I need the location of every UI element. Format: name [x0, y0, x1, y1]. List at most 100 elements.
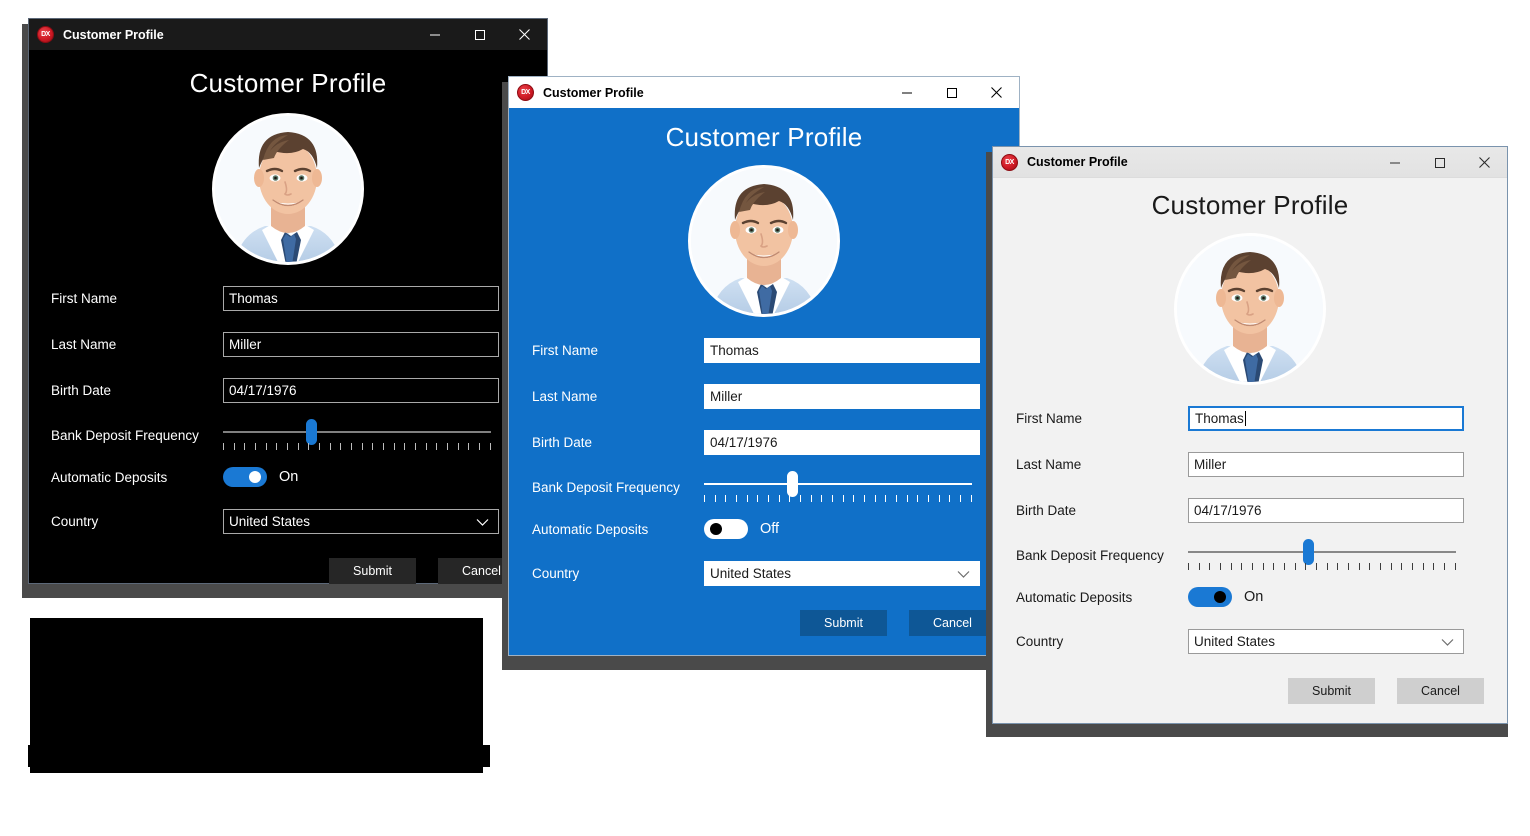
- maximize-icon[interactable]: [457, 19, 502, 50]
- country-value: United States: [710, 566, 792, 581]
- automatic-deposits-state: On: [1244, 589, 1264, 605]
- close-icon[interactable]: [974, 77, 1019, 108]
- first-name-input[interactable]: Thomas: [704, 338, 980, 363]
- slider-thumb[interactable]: [305, 419, 317, 445]
- automatic-deposits-toggle[interactable]: [1188, 587, 1232, 607]
- avatar: [688, 165, 840, 317]
- page-title: Customer Profile: [665, 122, 863, 152]
- window-shadow-light: [986, 724, 1508, 737]
- action-buttons: Submit Cancel: [993, 678, 1507, 704]
- submit-button[interactable]: Submit: [329, 558, 416, 584]
- field-country: Country United States: [509, 561, 1019, 586]
- page-title: Customer Profile: [189, 68, 387, 98]
- last-name-input[interactable]: Miller: [223, 332, 499, 357]
- window-controls: [884, 77, 1019, 108]
- last-name-label: Last Name: [532, 389, 598, 404]
- country-select[interactable]: United States: [704, 561, 980, 586]
- slider-track: [223, 431, 491, 433]
- first-name-label: First Name: [51, 291, 118, 306]
- automatic-deposits-state: On: [279, 469, 299, 485]
- bank-deposit-frequency-label: Bank Deposit Frequency: [532, 480, 680, 495]
- submit-button[interactable]: Submit: [1288, 678, 1375, 704]
- field-last-name: Last Name Miller: [993, 452, 1507, 477]
- birth-date-label: Birth Date: [532, 435, 593, 450]
- divider: [20, 792, 1510, 793]
- automatic-deposits-toggle[interactable]: [223, 467, 267, 487]
- bank-deposit-frequency-slider[interactable]: [223, 419, 491, 450]
- birth-date-input[interactable]: 04/17/1976: [704, 430, 980, 455]
- country-label: Country: [532, 566, 580, 581]
- cancel-button[interactable]: Cancel: [1397, 678, 1484, 704]
- slider-track: [1188, 551, 1456, 553]
- bank-deposit-frequency-slider[interactable]: [1188, 539, 1456, 570]
- action-buttons: Submit Cancel: [29, 558, 547, 584]
- last-name-input[interactable]: Miller: [704, 384, 980, 409]
- country-select[interactable]: United States: [223, 509, 499, 534]
- field-first-name: First Name Thomas: [993, 406, 1507, 431]
- avatar-container: [509, 153, 1019, 317]
- field-birth-date: Birth Date 04/17/1976: [993, 498, 1507, 523]
- slider-track: [704, 483, 972, 485]
- birth-date-input[interactable]: 04/17/1976: [1188, 498, 1464, 523]
- first-name-value: Thomas: [1195, 411, 1244, 426]
- window-body: Customer Profile First Name Thomas Last …: [509, 108, 1019, 655]
- minimize-icon[interactable]: [884, 77, 929, 108]
- avatar: [212, 113, 364, 265]
- cancel-button[interactable]: Cancel: [909, 610, 996, 636]
- redacted-caption-line: [28, 745, 490, 767]
- first-name-input[interactable]: Thomas: [223, 286, 499, 311]
- field-country: Country United States: [993, 629, 1507, 654]
- country-select[interactable]: United States: [1188, 629, 1464, 654]
- maximize-icon[interactable]: [929, 77, 974, 108]
- window-controls: [1372, 147, 1507, 178]
- title-bar[interactable]: DX Customer Profile: [993, 147, 1507, 178]
- automatic-deposits-label: Automatic Deposits: [532, 521, 649, 537]
- country-value: United States: [1194, 634, 1276, 649]
- window-controls: [412, 19, 547, 50]
- close-icon[interactable]: [502, 19, 547, 50]
- avatar-container: [993, 221, 1507, 385]
- page-title: Customer Profile: [1151, 190, 1349, 220]
- submit-button[interactable]: Submit: [800, 610, 887, 636]
- toggle-knob: [1214, 591, 1226, 603]
- slider-thumb[interactable]: [1303, 539, 1315, 565]
- field-birth-date: Birth Date 04/17/1976: [29, 378, 547, 403]
- window-title: Customer Profile: [543, 85, 644, 100]
- title-bar[interactable]: DX Customer Profile: [509, 77, 1019, 108]
- avatar: [1174, 233, 1326, 385]
- bank-deposit-frequency-label: Bank Deposit Frequency: [1016, 548, 1164, 563]
- last-name-label: Last Name: [51, 337, 117, 352]
- close-icon[interactable]: [1462, 147, 1507, 178]
- action-buttons: Submit Cancel: [509, 610, 1019, 636]
- window-customer-profile-blue[interactable]: DX Customer Profile Customer Profile Fir…: [508, 76, 1020, 656]
- field-bank-deposit-frequency: Bank Deposit Frequency: [509, 471, 1019, 502]
- automatic-deposits-label: Automatic Deposits: [1016, 589, 1133, 605]
- birth-date-label: Birth Date: [51, 383, 112, 398]
- minimize-icon[interactable]: [412, 19, 457, 50]
- slider-ticks: [1188, 563, 1456, 570]
- birth-date-label: Birth Date: [1016, 503, 1077, 518]
- window-body: Customer Profile First Name Thomas Last …: [29, 50, 547, 584]
- automatic-deposits-toggle[interactable]: [704, 519, 748, 539]
- last-name-input[interactable]: Miller: [1188, 452, 1464, 477]
- automatic-deposits-state: Off: [760, 521, 780, 537]
- minimize-icon[interactable]: [1372, 147, 1417, 178]
- country-value: United States: [229, 514, 311, 529]
- window-customer-profile-dark[interactable]: DX Customer Profile Customer Profile Fir…: [28, 18, 548, 584]
- first-name-input[interactable]: Thomas: [1188, 406, 1464, 431]
- bank-deposit-frequency-slider[interactable]: [704, 471, 972, 502]
- field-last-name: Last Name Miller: [29, 332, 547, 357]
- window-customer-profile-light[interactable]: DX Customer Profile Customer Profile Fir…: [992, 146, 1508, 724]
- automatic-deposits-label: Automatic Deposits: [51, 469, 168, 485]
- window-body: Customer Profile First Name Thomas Last …: [993, 178, 1507, 723]
- maximize-icon[interactable]: [1417, 147, 1462, 178]
- slider-thumb[interactable]: [786, 471, 798, 497]
- chevron-down-icon: [1441, 634, 1454, 649]
- dx-logo-icon: DX: [517, 84, 534, 101]
- chevron-down-icon: [476, 514, 489, 529]
- birth-date-input[interactable]: 04/17/1976: [223, 378, 499, 403]
- field-automatic-deposits: Automatic Deposits Off: [509, 519, 1019, 539]
- avatar-container: [29, 99, 547, 265]
- window-title: Customer Profile: [63, 27, 164, 42]
- title-bar[interactable]: DX Customer Profile: [29, 19, 547, 50]
